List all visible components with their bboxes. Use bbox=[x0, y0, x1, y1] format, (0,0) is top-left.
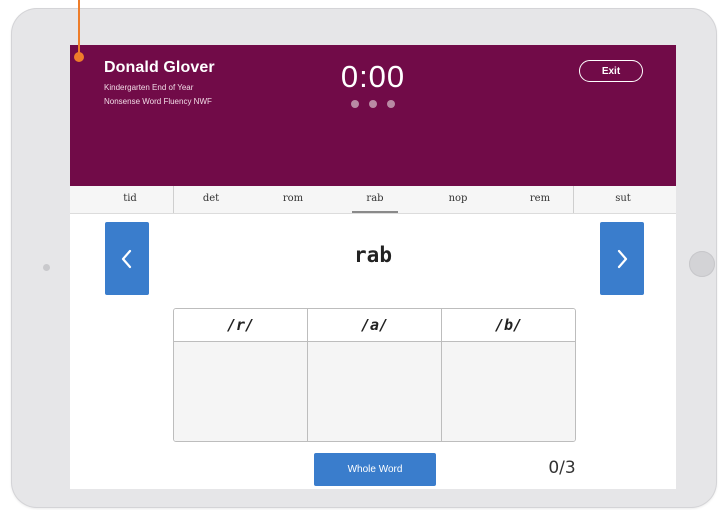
word-tab-rab[interactable]: rab bbox=[344, 186, 406, 213]
sound-header: /b/ bbox=[442, 309, 575, 342]
tab-divider bbox=[173, 186, 174, 213]
sound-response-cell[interactable] bbox=[174, 342, 307, 441]
sound-column: /a/ bbox=[308, 309, 442, 441]
word-tab-rem[interactable]: rem bbox=[509, 186, 571, 213]
word-tab-det[interactable]: det bbox=[180, 186, 242, 213]
assessment-name-label: Nonsense Word Fluency NWF bbox=[104, 97, 212, 106]
student-grade-label: Kindergarten End of Year bbox=[104, 83, 194, 92]
home-button[interactable] bbox=[689, 251, 715, 277]
sound-grid: /r/ /a/ /b/ bbox=[173, 308, 576, 442]
annotation-pin-dot bbox=[74, 52, 84, 62]
student-name: Donald Glover bbox=[104, 59, 215, 76]
progress-dot bbox=[387, 100, 395, 108]
sound-header: /r/ bbox=[174, 309, 307, 342]
word-tab-bar: tid det rom rab nop rem sut bbox=[70, 186, 676, 214]
word-tab-nop[interactable]: nop bbox=[427, 186, 489, 213]
word-tab-rom[interactable]: rom bbox=[262, 186, 324, 213]
stage: Donald Glover Kindergarten End of Year N… bbox=[0, 0, 721, 510]
annotation-pin-line bbox=[78, 0, 80, 53]
camera-dot bbox=[43, 264, 50, 271]
tab-divider bbox=[573, 186, 574, 213]
timer-progress-dots bbox=[351, 100, 395, 108]
exit-button[interactable]: Exit bbox=[579, 60, 643, 82]
score-counter: 0/3 bbox=[548, 458, 576, 478]
progress-dot bbox=[369, 100, 377, 108]
word-tab-tid[interactable]: tid bbox=[95, 186, 165, 213]
whole-word-button[interactable]: Whole Word bbox=[314, 453, 436, 486]
tablet-frame: Donald Glover Kindergarten End of Year N… bbox=[11, 8, 717, 508]
current-word: rab bbox=[354, 243, 392, 267]
sound-header: /a/ bbox=[308, 309, 441, 342]
sound-response-cell[interactable] bbox=[308, 342, 441, 441]
timer-display: 0:00 bbox=[340, 59, 406, 94]
progress-dot bbox=[351, 100, 359, 108]
previous-word-button[interactable] bbox=[105, 222, 149, 295]
chevron-right-icon bbox=[617, 249, 628, 268]
word-tab-sut[interactable]: sut bbox=[592, 186, 654, 213]
sound-column: /r/ bbox=[174, 309, 308, 441]
assessment-header: Donald Glover Kindergarten End of Year N… bbox=[70, 45, 676, 186]
next-word-button[interactable] bbox=[600, 222, 644, 295]
sound-response-cell[interactable] bbox=[442, 342, 575, 441]
chevron-left-icon bbox=[121, 249, 132, 268]
app-screen: Donald Glover Kindergarten End of Year N… bbox=[70, 45, 676, 489]
sound-column: /b/ bbox=[442, 309, 575, 441]
